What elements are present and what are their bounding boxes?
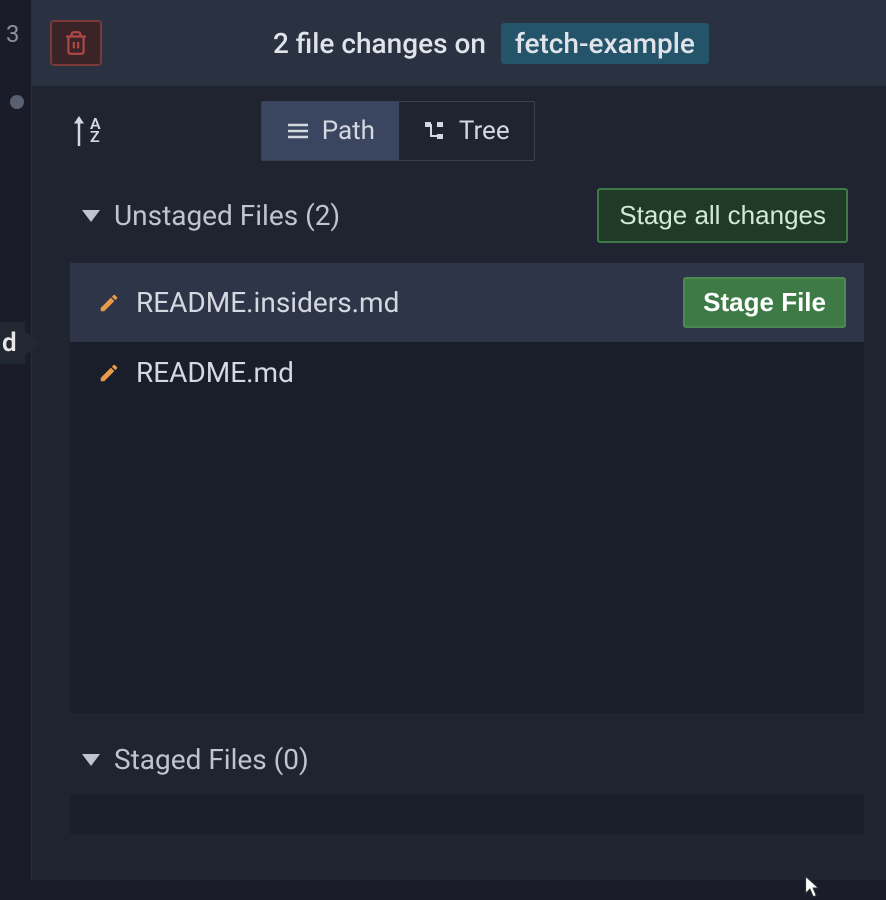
view-mode-tabs: Path Tree: [261, 101, 535, 161]
chevron-down-icon: [82, 210, 100, 222]
file-row[interactable]: README.insiders.md Stage File: [70, 263, 864, 342]
file-row[interactable]: README.md: [70, 342, 864, 403]
stage-file-button[interactable]: Stage File: [683, 277, 846, 328]
unstaged-file-list: README.insiders.md Stage File README.md: [70, 263, 864, 713]
trash-icon: [63, 29, 89, 57]
staged-title: Staged Files (0): [114, 743, 309, 776]
panel-header: 2 file changes on fetch-example: [32, 0, 886, 86]
unstaged-title: Unstaged Files (2): [114, 199, 340, 232]
stage-all-button[interactable]: Stage all changes: [597, 188, 848, 243]
file-name: README.insiders.md: [136, 286, 667, 319]
unstaged-section-header: Unstaged Files (2) Stage all changes: [32, 176, 886, 255]
unstaged-toggle[interactable]: Unstaged Files (2): [82, 199, 340, 232]
discard-all-button[interactable]: [50, 20, 102, 66]
branch-badge[interactable]: fetch-example: [501, 23, 709, 64]
chevron-down-icon: [82, 754, 100, 766]
file-name: README.md: [136, 356, 846, 389]
modified-icon: [98, 362, 120, 384]
gutter-number: 3: [6, 20, 20, 48]
file-toolbar: AZ Path Tree: [32, 86, 886, 176]
sort-arrow-icon: [70, 116, 88, 146]
changes-panel: 2 file changes on fetch-example AZ Path: [32, 0, 886, 880]
sort-button[interactable]: AZ: [70, 116, 101, 146]
tree-icon: [423, 120, 447, 142]
tag-pointer-label: d: [0, 322, 25, 364]
left-gutter: 3: [0, 0, 32, 880]
list-icon: [286, 121, 310, 141]
title-prefix: 2 file changes on: [273, 27, 486, 60]
view-tab-path[interactable]: Path: [262, 102, 399, 160]
staged-toggle[interactable]: Staged Files (0): [82, 743, 848, 776]
view-tab-path-label: Path: [322, 116, 375, 146]
cursor-icon: [800, 874, 822, 900]
view-tab-tree[interactable]: Tree: [399, 102, 534, 160]
staged-section: Staged Files (0): [32, 743, 886, 834]
modified-icon: [98, 292, 120, 314]
panel-title: 2 file changes on fetch-example: [114, 27, 868, 60]
gutter-dot-icon: [10, 95, 24, 109]
staged-file-list: [70, 794, 864, 834]
view-tab-tree-label: Tree: [459, 116, 510, 146]
